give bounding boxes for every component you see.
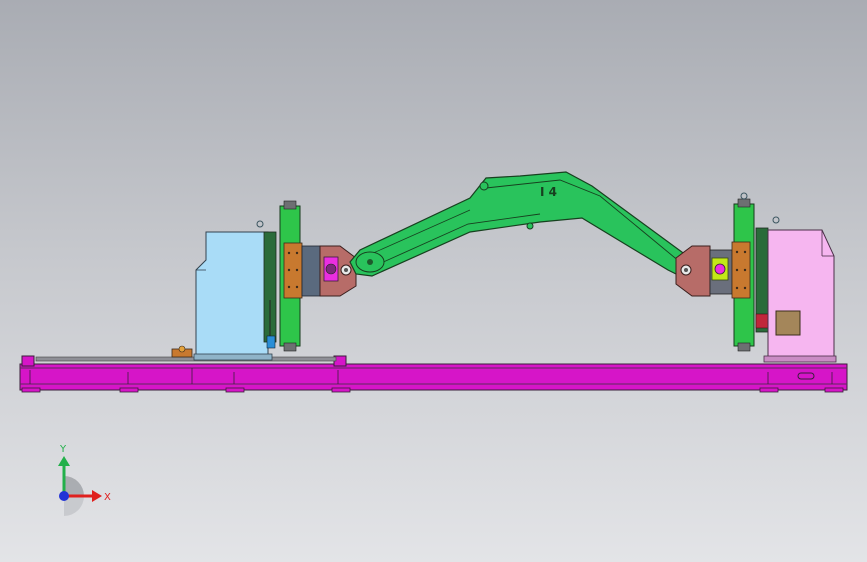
- right-control-box: [775, 310, 801, 336]
- axis-triad: Y X: [58, 444, 111, 516]
- left-pad: [283, 242, 303, 299]
- left-faceplate[interactable]: [279, 200, 303, 352]
- right-faceplate[interactable]: [731, 192, 755, 352]
- z-axis-dot: [59, 491, 69, 501]
- base-rail[interactable]: [19, 355, 848, 393]
- left-headstock[interactable]: [171, 220, 277, 361]
- cad-viewport[interactable]: I 4 Y X: [0, 0, 867, 562]
- y-axis-label: Y: [59, 444, 67, 455]
- cad-model-drawing: I 4 Y X: [19, 171, 848, 516]
- left-clamp[interactable]: [301, 245, 357, 297]
- left-control-box: [171, 345, 193, 358]
- right-pad: [731, 241, 751, 299]
- right-clamp[interactable]: [675, 245, 733, 297]
- right-headstock[interactable]: [755, 216, 837, 363]
- x-axis-label: X: [104, 492, 111, 503]
- boom-arm[interactable]: I 4: [349, 171, 701, 279]
- boom-marking: I 4: [540, 185, 557, 199]
